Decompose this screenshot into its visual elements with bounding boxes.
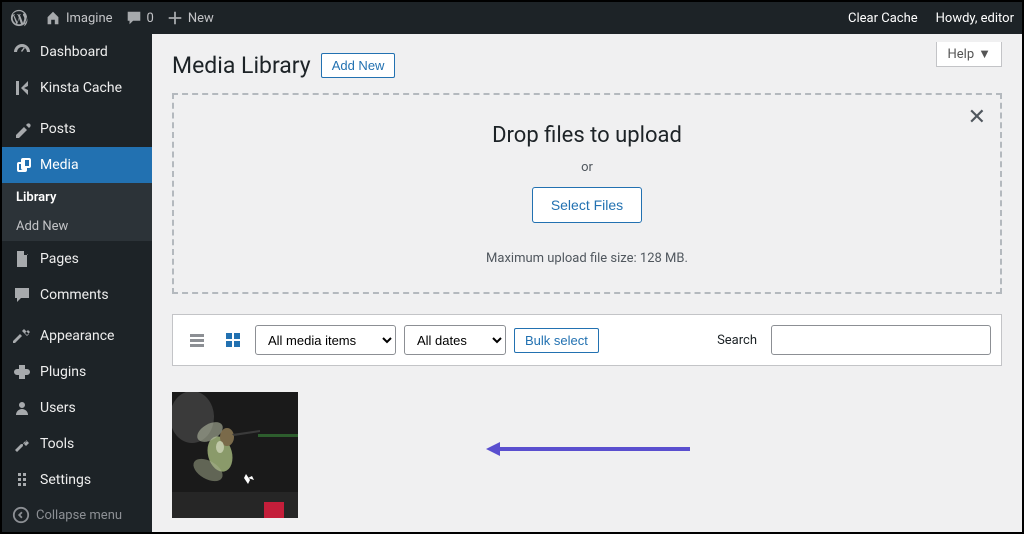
max-upload-text: Maximum upload file size: 128 MB. bbox=[174, 251, 1000, 266]
annotation-arrow bbox=[486, 442, 690, 456]
sidebar-item-appearance[interactable]: Appearance bbox=[2, 318, 152, 354]
submenu-add-new[interactable]: Add New bbox=[2, 212, 152, 241]
sidebar-item-settings[interactable]: Settings bbox=[2, 462, 152, 498]
sidebar-item-kinsta-cache[interactable]: Kinsta Cache bbox=[2, 70, 152, 106]
wp-logo[interactable] bbox=[10, 9, 32, 27]
list-view-button[interactable] bbox=[183, 326, 211, 354]
admin-bar: Imagine 0 New Clear Cache Howdy, editor bbox=[2, 2, 1022, 34]
dropzone-title: Drop files to upload bbox=[174, 123, 1000, 148]
hummingbird-image bbox=[172, 392, 298, 518]
add-new-button[interactable]: Add New bbox=[321, 53, 396, 78]
search-input[interactable] bbox=[771, 325, 991, 355]
media-grid bbox=[172, 366, 1002, 518]
page-title: Media Library bbox=[172, 52, 311, 79]
sidebar-item-dashboard[interactable]: Dashboard bbox=[2, 34, 152, 70]
new-content-link[interactable]: New bbox=[166, 9, 214, 27]
media-submenu: Library Add New bbox=[2, 183, 152, 241]
collapse-menu[interactable]: Collapse menu bbox=[2, 498, 152, 532]
submenu-library[interactable]: Library bbox=[2, 183, 152, 212]
media-type-filter[interactable]: All media items bbox=[255, 325, 396, 355]
search-label: Search bbox=[717, 333, 757, 348]
media-thumbnail[interactable] bbox=[172, 392, 298, 518]
sidebar-item-plugins[interactable]: Plugins bbox=[2, 354, 152, 390]
sidebar-item-pages[interactable]: Pages bbox=[2, 241, 152, 277]
site-home-link[interactable]: Imagine bbox=[44, 9, 113, 27]
sidebar-item-users[interactable]: Users bbox=[2, 390, 152, 426]
bulk-select-button[interactable]: Bulk select bbox=[514, 328, 599, 353]
comments-link[interactable]: 0 bbox=[125, 9, 154, 27]
clear-cache-link[interactable]: Clear Cache bbox=[848, 11, 918, 26]
sidebar-item-tools[interactable]: Tools bbox=[2, 426, 152, 462]
admin-sidebar: Dashboard Kinsta Cache Posts Media Libra… bbox=[2, 34, 152, 532]
sidebar-item-media[interactable]: Media bbox=[2, 147, 152, 183]
grid-view-button[interactable] bbox=[219, 326, 247, 354]
sidebar-item-comments[interactable]: Comments bbox=[2, 277, 152, 313]
help-tab[interactable]: Help▼ bbox=[936, 42, 1002, 67]
upload-dropzone[interactable]: ✕ Drop files to upload or Select Files M… bbox=[172, 93, 1002, 294]
dropzone-or: or bbox=[174, 160, 1000, 175]
sidebar-item-posts[interactable]: Posts bbox=[2, 111, 152, 147]
filter-toolbar: All media items All dates Bulk select Se… bbox=[172, 314, 1002, 366]
select-files-button[interactable]: Select Files bbox=[532, 187, 642, 223]
howdy-account[interactable]: Howdy, editor bbox=[936, 11, 1014, 26]
date-filter[interactable]: All dates bbox=[404, 325, 506, 355]
close-icon[interactable]: ✕ bbox=[968, 105, 986, 130]
content-area: Help▼ Media Library Add New ✕ Drop files… bbox=[152, 34, 1022, 532]
caret-down-icon: ▼ bbox=[978, 46, 991, 62]
